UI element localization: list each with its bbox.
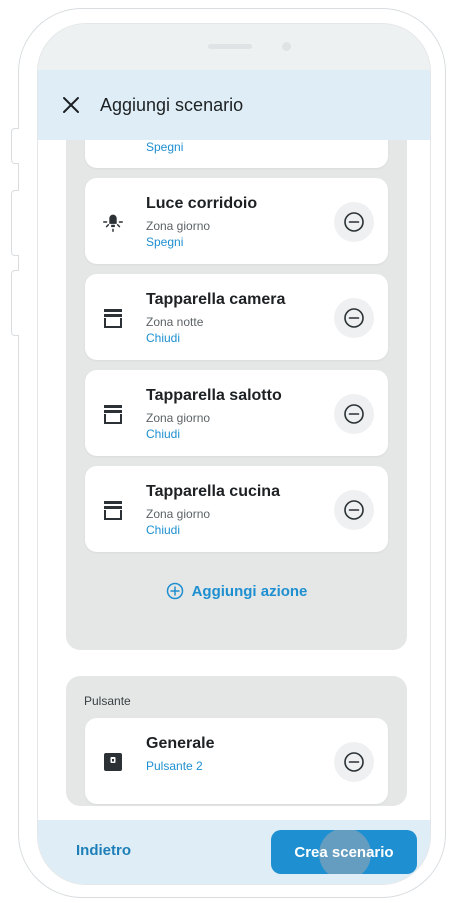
scenario-content[interactable]: Spegni Luce corridoio Zona giorno Spegni [38,140,430,820]
create-scenario-button[interactable]: Crea scenario [271,830,417,874]
action-label: Chiudi [146,331,181,345]
camera [282,42,291,51]
add-action-label: Aggiungi azione [191,582,308,600]
minus-circle-icon [344,752,364,772]
action-zone: Zona notte [146,315,204,329]
action-label: Spegni [146,235,184,249]
remove-button[interactable] [334,490,374,530]
status-area [38,24,430,70]
light-bulb-icon [101,210,125,234]
shutter-icon [101,402,125,426]
speaker [208,44,252,49]
phone-screen: Aggiungi scenario Spegni Luce corridoio … [38,24,430,884]
wall-switch-icon [101,750,125,774]
action-zone: Zona giorno [146,219,211,233]
action-title: Tapparella salotto [146,387,282,404]
action-label: Spegni [146,140,184,154]
action-card-tapparella-camera[interactable]: Tapparella camera Zona notte Chiudi [85,274,388,360]
remove-button[interactable] [334,202,374,242]
minus-circle-icon [344,212,364,232]
action-card-tapparella-cucina[interactable]: Tapparella cucina Zona giorno Chiudi [85,466,388,552]
plus-circle-icon [166,582,183,600]
action-title: Tapparella cucina [146,483,280,500]
action-zone: Zona giorno [146,411,211,425]
action-card[interactable]: Spegni [85,140,388,168]
back-button[interactable]: Indietro [76,842,131,859]
phone-side-button [11,128,19,164]
create-scenario-label: Crea scenario [294,843,394,861]
action-title: Tapparella camera [146,291,286,308]
shutter-icon [101,306,125,330]
remove-button[interactable] [334,742,374,782]
app-header: Aggiungi scenario [38,70,430,140]
action-title: Luce corridoio [146,195,258,212]
shutter-icon [101,498,125,522]
action-zone: Zona giorno [146,507,211,521]
button-subtitle: Pulsante 2 [146,759,203,773]
button-group: Pulsante Generale Pulsante 2 [66,676,407,806]
group-label: Pulsante [84,694,131,708]
button-title: Generale [146,735,215,752]
remove-button[interactable] [334,394,374,434]
button-card-generale[interactable]: Generale Pulsante 2 [85,718,388,804]
action-card-tapparella-salotto[interactable]: Tapparella salotto Zona giorno Chiudi [85,370,388,456]
action-label: Chiudi [146,523,181,537]
remove-button[interactable] [334,298,374,338]
page-title: Aggiungi scenario [100,94,244,115]
action-label: Chiudi [146,427,181,441]
minus-circle-icon [344,308,364,328]
action-card-luce-corridoio[interactable]: Luce corridoio Zona giorno Spegni [85,178,388,264]
actions-group: Spegni Luce corridoio Zona giorno Spegni [66,140,407,650]
add-action-button[interactable]: Aggiungi azione [66,582,407,600]
minus-circle-icon [344,404,364,424]
bottom-bar: Indietro Crea scenario [38,820,430,884]
phone-side-button [11,190,19,256]
close-icon[interactable] [56,90,86,120]
phone-side-button [11,270,19,336]
minus-circle-icon [344,500,364,520]
